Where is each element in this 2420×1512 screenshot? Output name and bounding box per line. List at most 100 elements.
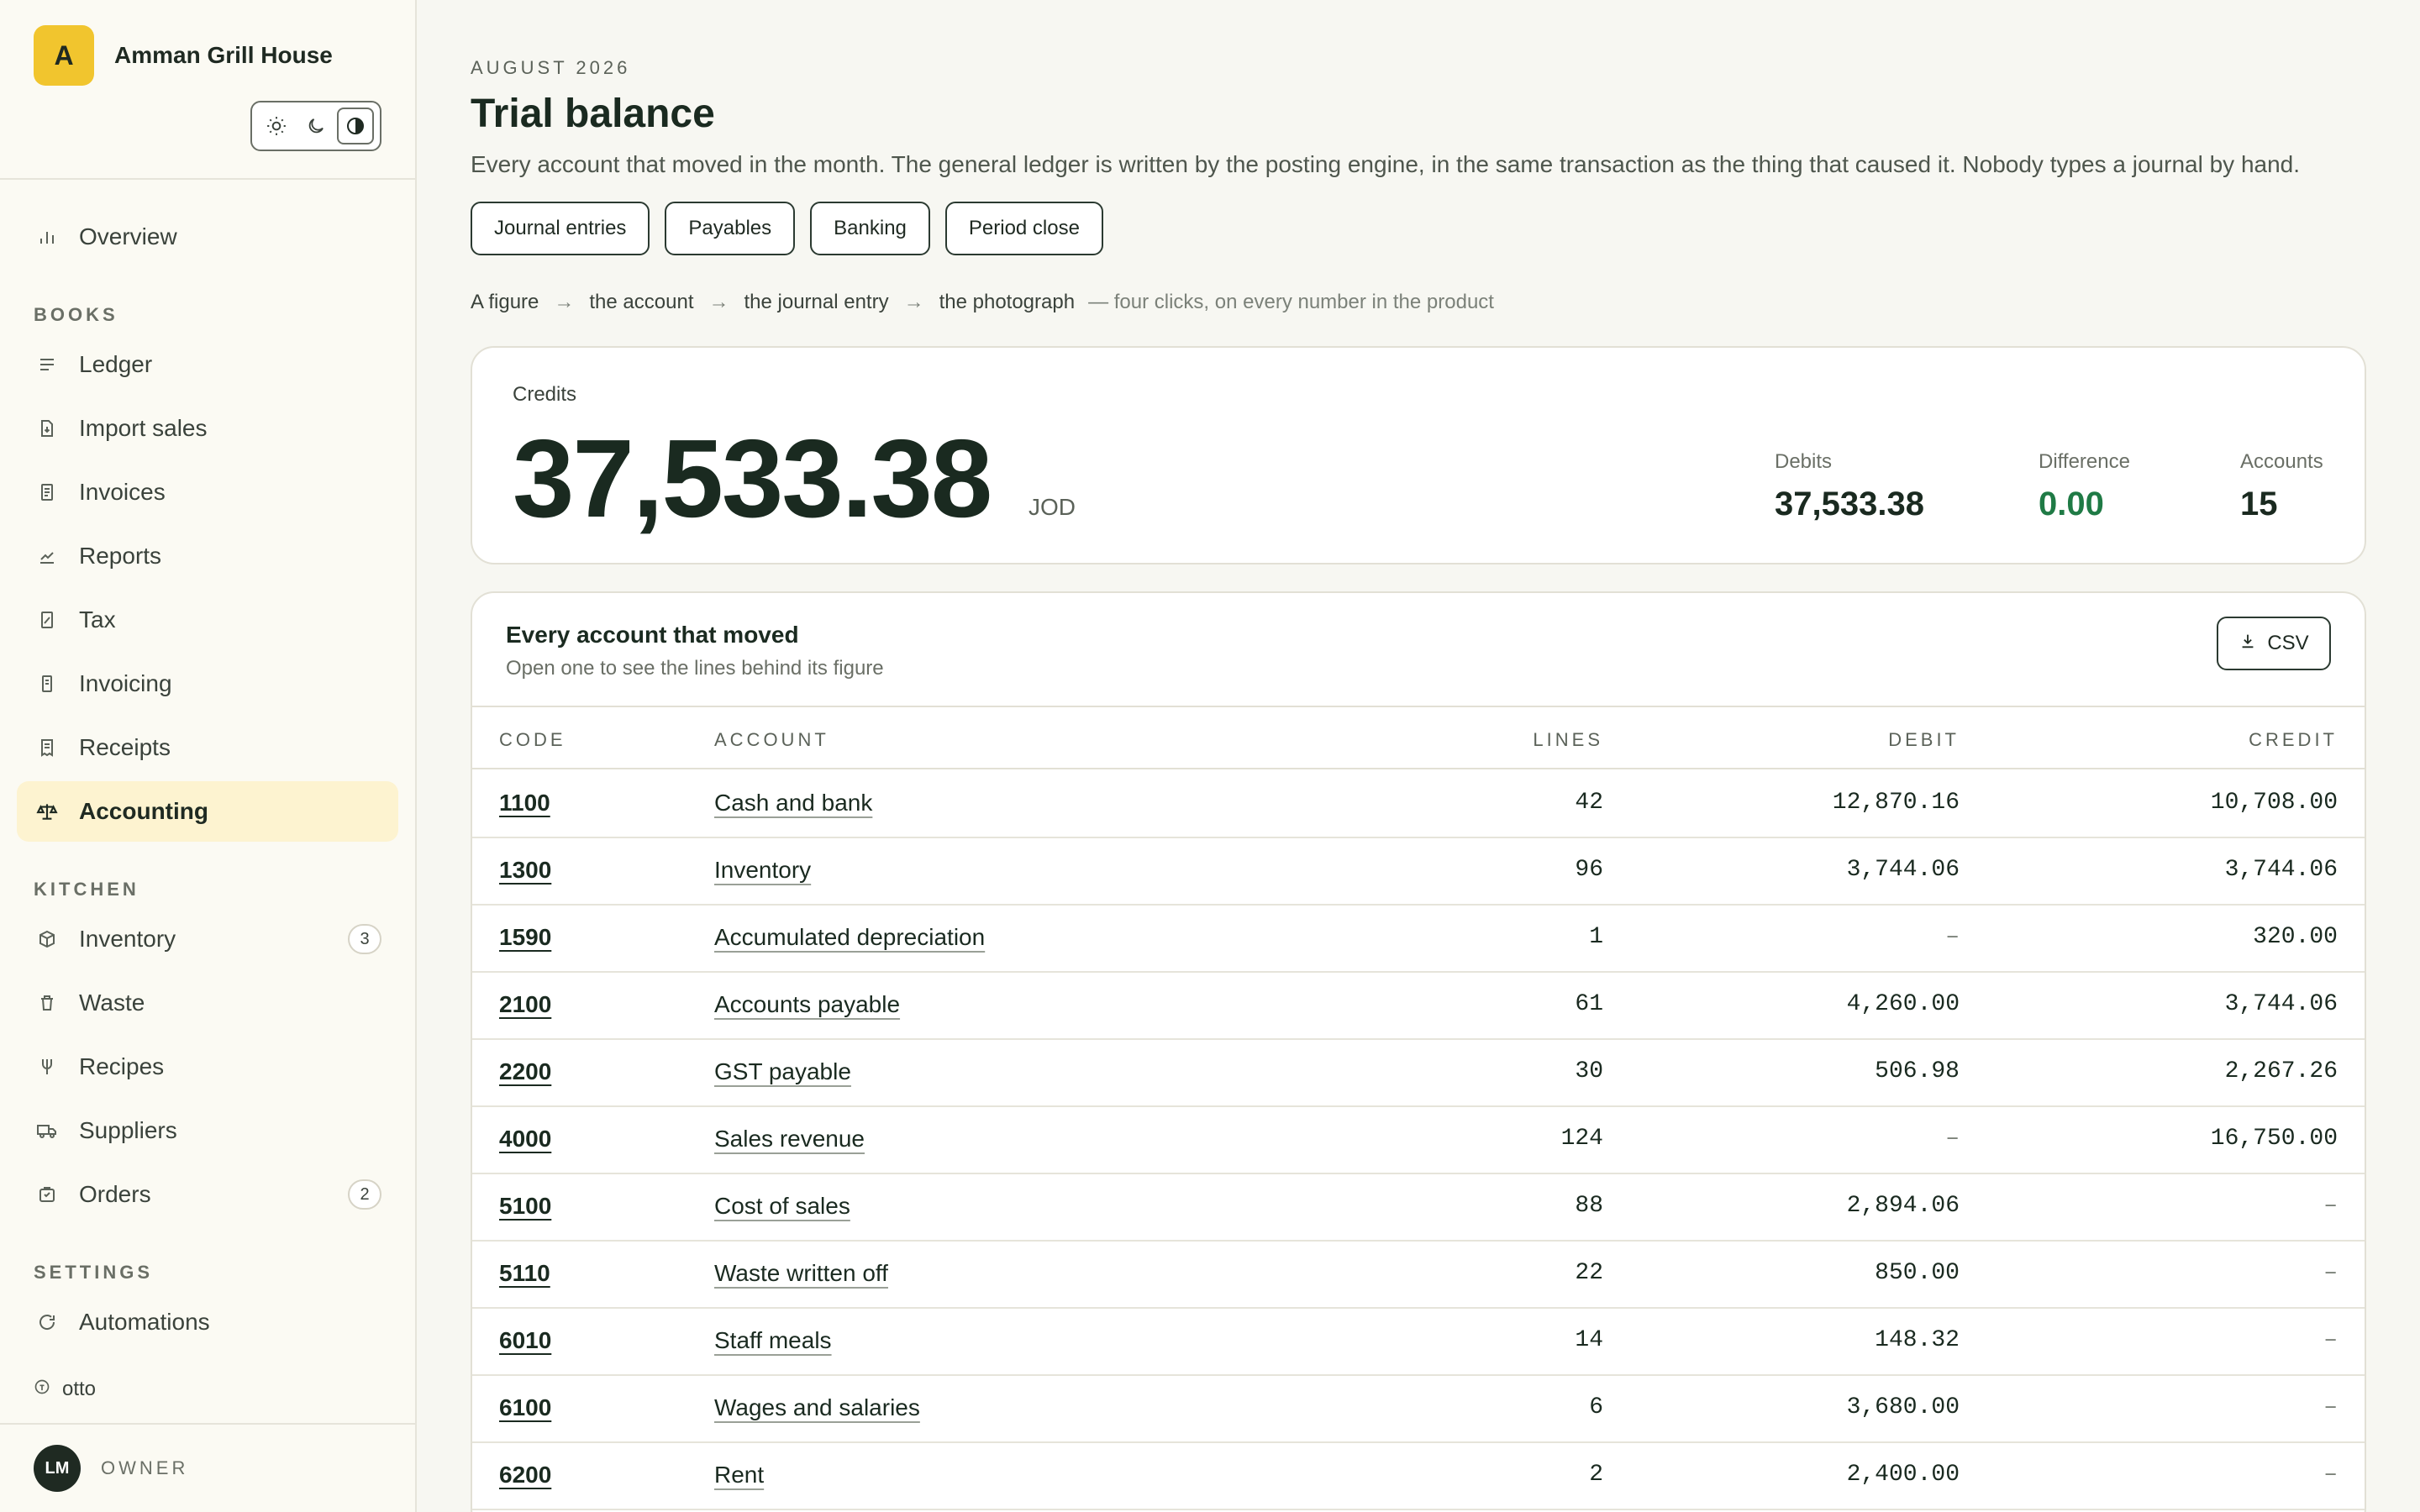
receipt-icon	[35, 736, 59, 759]
debits-stat: Debits 37,533.38	[1775, 450, 1924, 523]
sidebar-item-import-sales[interactable]: Import sales	[17, 398, 398, 459]
credit-amount[interactable]: 16,750.00	[2211, 1126, 2338, 1152]
contrast-icon[interactable]	[336, 108, 374, 144]
header-code[interactable]: CODE	[499, 729, 566, 751]
sidebar-item-invoicing[interactable]: Invoicing	[17, 654, 398, 714]
sidebar-item-label: Orders	[79, 1181, 151, 1207]
table-row[interactable]: 6010 Staff meals 14 148.32 –	[472, 1309, 2365, 1376]
tab-payables[interactable]: Payables	[665, 202, 796, 255]
difference-label: Difference	[2039, 450, 2130, 473]
debit-amount[interactable]: 506.98	[1875, 1058, 1960, 1084]
credit-amount[interactable]: –	[2323, 1394, 2338, 1420]
debit-amount[interactable]: 12,870.16	[1833, 790, 1960, 816]
account-code-link[interactable]: 1590	[499, 924, 551, 951]
credit-amount[interactable]: –	[2323, 1193, 2338, 1219]
debit-amount[interactable]: 3,680.00	[1847, 1394, 1960, 1420]
credit-amount[interactable]: 3,744.06	[2225, 991, 2338, 1017]
lines-count: 61	[1575, 991, 1603, 1017]
sidebar-item-waste[interactable]: Waste	[17, 973, 398, 1033]
lines-count: 22	[1575, 1260, 1603, 1286]
lines-count: 124	[1560, 1126, 1603, 1152]
account-name-link[interactable]: Accumulated depreciation	[714, 924, 985, 951]
account-code-link[interactable]: 6010	[499, 1327, 551, 1354]
totals-card: Credits 37,533.38 JOD Debits 37,533.38 D…	[471, 346, 2366, 564]
sun-icon[interactable]	[258, 108, 295, 144]
table-row[interactable]: 1300 Inventory 96 3,744.06 3,744.06	[472, 838, 2365, 906]
table-row[interactable]: 1100 Cash and bank 42 12,870.16 10,708.00	[472, 771, 2365, 838]
account-name-link[interactable]: Inventory	[714, 857, 811, 884]
debit-amount[interactable]: 4,260.00	[1847, 991, 1960, 1017]
file-import-icon	[35, 417, 59, 440]
credit-amount[interactable]: 320.00	[2253, 924, 2338, 950]
table-row[interactable]: 5100 Cost of sales 88 2,894.06 –	[472, 1174, 2365, 1242]
debit-amount[interactable]: 850.00	[1875, 1260, 1960, 1286]
debit-amount[interactable]: 148.32	[1875, 1327, 1960, 1353]
account-code-link[interactable]: 4000	[499, 1126, 551, 1152]
sidebar-item-suppliers[interactable]: Suppliers	[17, 1100, 398, 1161]
credit-amount[interactable]: 10,708.00	[2211, 790, 2338, 816]
sidebar-item-label: Ledger	[79, 351, 153, 377]
table-row[interactable]: 5110 Waste written off 22 850.00 –	[472, 1242, 2365, 1309]
account-code-link[interactable]: 1100	[499, 790, 550, 816]
otto-link[interactable]: otto	[34, 1378, 96, 1401]
debit-amount[interactable]: 2,894.06	[1847, 1193, 1960, 1219]
credit-amount[interactable]: –	[2323, 1462, 2338, 1488]
sidebar-item-inventory[interactable]: Inventory 3	[17, 909, 398, 969]
account-code-link[interactable]: 2200	[499, 1058, 551, 1085]
moon-icon[interactable]	[297, 108, 334, 144]
table-row[interactable]: 1590 Accumulated depreciation 1 – 320.00	[472, 906, 2365, 973]
header-debit[interactable]: DEBIT	[1888, 729, 1960, 751]
debit-amount[interactable]: 2,400.00	[1847, 1462, 1960, 1488]
account-name-link[interactable]: Rent	[714, 1462, 764, 1488]
credit-amount[interactable]: –	[2323, 1327, 2338, 1353]
sidebar-item-orders[interactable]: Orders 2	[17, 1164, 398, 1225]
sidebar-item-accounting[interactable]: Accounting	[17, 781, 398, 842]
account-code-link[interactable]: 5100	[499, 1193, 551, 1220]
document-icon	[35, 480, 59, 504]
account-name-link[interactable]: Wages and salaries	[714, 1394, 920, 1421]
header-account[interactable]: ACCOUNT	[714, 729, 829, 751]
credit-amount[interactable]: 3,744.06	[2225, 857, 2338, 883]
sidebar-item-tax[interactable]: Tax	[17, 590, 398, 650]
table-row[interactable]: 2100 Accounts payable 61 4,260.00 3,744.06	[472, 973, 2365, 1040]
table-row[interactable]: 6100 Wages and salaries 6 3,680.00 –	[472, 1376, 2365, 1443]
account-code-link[interactable]: 1300	[499, 857, 551, 884]
account-name-link[interactable]: Cash and bank	[714, 790, 872, 816]
account-name-link[interactable]: Staff meals	[714, 1327, 832, 1354]
csv-download-button[interactable]: CSV	[2217, 617, 2331, 670]
account-name-link[interactable]: Sales revenue	[714, 1126, 865, 1152]
header-lines[interactable]: LINES	[1533, 729, 1603, 751]
sidebar-item-receipts[interactable]: Receipts	[17, 717, 398, 778]
account-name-link[interactable]: Cost of sales	[714, 1193, 850, 1220]
account-code-link[interactable]: 6200	[499, 1462, 551, 1488]
tab-journal-entries[interactable]: Journal entries	[471, 202, 650, 255]
account-code-link[interactable]: 5110	[499, 1260, 550, 1287]
credits-total[interactable]: 37,533.38	[513, 415, 992, 542]
header-credit[interactable]: CREDIT	[2249, 729, 2338, 751]
account-code-link[interactable]: 2100	[499, 991, 551, 1018]
table-row[interactable]: 6200 Rent 2 2,400.00 –	[472, 1443, 2365, 1510]
sidebar-item-invoices[interactable]: Invoices	[17, 462, 398, 522]
sidebar-item-ledger[interactable]: Ledger	[17, 334, 398, 395]
page-title: Trial balance	[471, 92, 715, 136]
account-name-link[interactable]: Waste written off	[714, 1260, 888, 1287]
table-row[interactable]: 4000 Sales revenue 124 – 16,750.00	[472, 1107, 2365, 1174]
credit-amount[interactable]: 2,267.26	[2225, 1058, 2338, 1084]
account-code-link[interactable]: 6100	[499, 1394, 551, 1421]
sidebar-item-overview[interactable]: Overview	[17, 207, 398, 267]
debit-amount[interactable]: 3,744.06	[1847, 857, 1960, 883]
debits-total[interactable]: 37,533.38	[1775, 486, 1924, 523]
user-menu[interactable]: LM OWNER	[34, 1445, 188, 1492]
brand[interactable]: A Amman Grill House	[0, 0, 415, 86]
account-name-link[interactable]: Accounts payable	[714, 991, 900, 1018]
table-row[interactable]: 2200 GST payable 30 506.98 2,267.26	[472, 1040, 2365, 1107]
debit-amount[interactable]: –	[1945, 924, 1960, 950]
tab-period-close[interactable]: Period close	[944, 202, 1103, 255]
debit-amount[interactable]: –	[1945, 1126, 1960, 1152]
credit-amount[interactable]: –	[2323, 1260, 2338, 1286]
account-name-link[interactable]: GST payable	[714, 1058, 851, 1085]
sidebar-item-automations[interactable]: Automations	[17, 1292, 398, 1352]
sidebar-item-reports[interactable]: Reports	[17, 526, 398, 586]
tab-banking[interactable]: Banking	[810, 202, 930, 255]
sidebar-item-recipes[interactable]: Recipes	[17, 1037, 398, 1097]
